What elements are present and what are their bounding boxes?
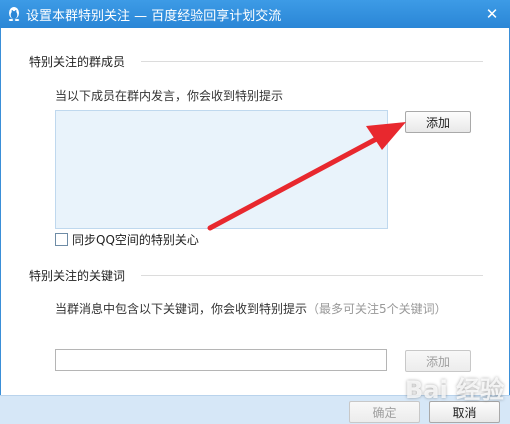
members-section-title: 特别关注的群成员 xyxy=(29,55,126,69)
keywords-description: 当群消息中包含以下关键词，你会收到特别提示（最多可关注5个关键词） xyxy=(55,302,447,316)
keyword-input[interactable] xyxy=(55,349,387,371)
members-section-divider xyxy=(141,61,483,62)
add-keyword-button[interactable]: 添加 xyxy=(405,350,471,372)
add-member-button[interactable]: 添加 xyxy=(405,111,471,133)
dialog-content: 特别关注的群成员 当以下成员在群内发言，你会收到特别提示 添加 同步QQ空间的特… xyxy=(0,28,510,395)
sync-qzone-checkbox[interactable] xyxy=(55,233,68,246)
baidu-watermark: Bai 经验 xyxy=(405,376,505,404)
window-title: 设置本群特别关注 — 百度经验回享计划交流 xyxy=(26,9,282,24)
qq-penguin-icon xyxy=(8,7,20,21)
sync-qzone-label[interactable]: 同步QQ空间的特别关心 xyxy=(72,233,199,247)
member-list[interactable] xyxy=(55,110,388,229)
close-icon[interactable]: ✕ xyxy=(482,4,502,24)
keywords-limit-hint: （最多可关注5个关键词） xyxy=(307,302,447,316)
keywords-section-title: 特别关注的关键词 xyxy=(29,269,126,283)
members-description: 当以下成员在群内发言，你会收到特别提示 xyxy=(55,89,284,103)
keywords-section-divider xyxy=(141,275,483,276)
sync-qzone-option[interactable]: 同步QQ空间的特别关心 xyxy=(55,231,199,247)
title-bar: 设置本群特别关注 — 百度经验回享计划交流 ✕ xyxy=(0,0,510,28)
